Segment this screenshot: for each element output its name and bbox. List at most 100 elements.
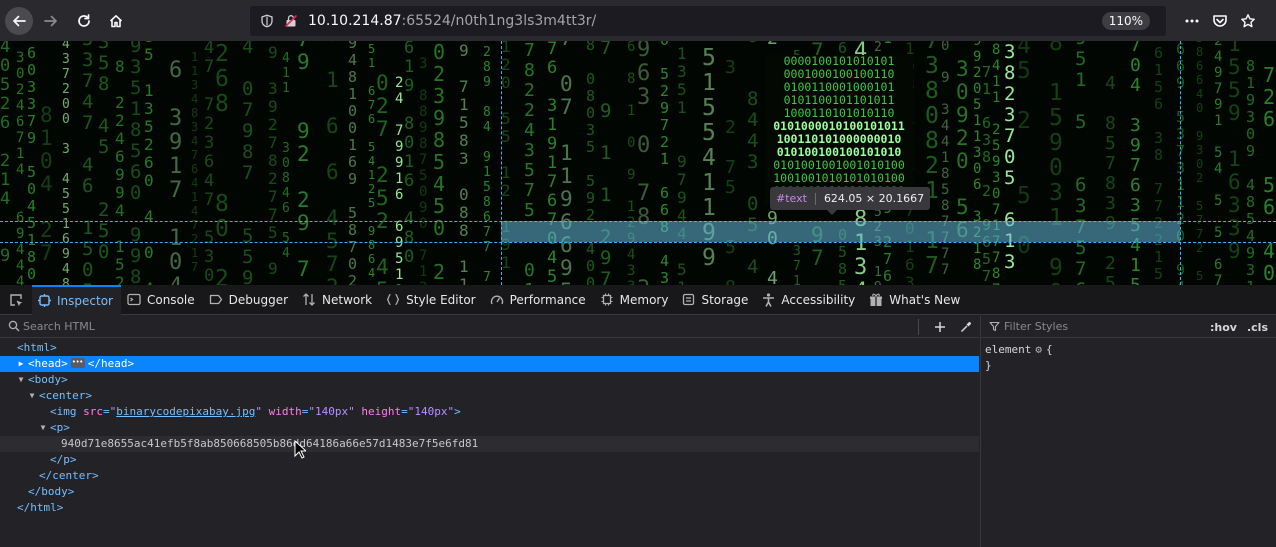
search-html-input[interactable]: Search HTML <box>23 320 95 333</box>
style-editor-icon <box>386 293 400 306</box>
img-height-attr-name: height <box>361 405 402 418</box>
rain-column: 4 0 7 9 8 7 5 5 9 2 <box>242 41 254 285</box>
tab-what-s-new[interactable]: What's New <box>863 285 968 315</box>
p-close-tag: </p> <box>50 453 77 466</box>
img-src-link[interactable]: binarycodepixabay.jpg <box>116 405 255 418</box>
network-icon <box>302 293 316 306</box>
tab-accessibility[interactable]: Accessibility <box>756 285 863 315</box>
highlighter-guide-bottom <box>0 242 1276 243</box>
img-tag-start: <img <box>50 405 77 418</box>
collapse-center-toggle[interactable]: ▼ <box>27 388 37 404</box>
tab-storage[interactable]: Storage <box>676 285 756 315</box>
tree-node-p-close[interactable]: </p> <box>0 452 979 468</box>
infobar-dimensions: 624.05 × 20.1667 <box>823 192 925 205</box>
tree-node-img[interactable]: <img src="binarycodepixabay.jpg" width="… <box>0 404 979 420</box>
tab-style-editor[interactable]: Style Editor <box>380 285 483 315</box>
rain-column: 4 0 5 2 6 2 1 4 9 9 4 <box>0 41 11 285</box>
rain-column: 0 6 1 5 6 3 8 7 7 2 2 1 5 9 5 3 <box>1154 41 1164 285</box>
rain-column: 2 3 3 0 2 4 6 7 1 4 6 9 4 4 4 2 <box>16 50 25 285</box>
collapsed-ellipsis-icon[interactable] <box>70 354 85 370</box>
tree-node-center[interactable]: ▼ <center> <box>0 388 979 404</box>
tree-node-text[interactable]: 940d71e8655ac41efb5f8ab850668505b86dd641… <box>0 436 979 452</box>
devtools-tabbar: Inspector Console Debugger Network Style Edi… <box>0 284 1276 315</box>
url-text[interactable]: 10.10.214.87:65524/n0th1ng3ls3m4tt3r/ <box>308 13 596 29</box>
rain-column: 8 0 5 2 9 7 2 1 6 6 8 4 3 9 3 <box>660 41 670 285</box>
home-icon <box>109 14 123 27</box>
collapse-p-toggle[interactable]: ▼ <box>38 420 48 436</box>
rule-open-brace: { <box>1045 343 1053 356</box>
insecure-lock-icon[interactable] <box>280 10 302 32</box>
rain-column: 0 1 3 5 1 9 7 9 4 4 5 1 2 3 <box>677 41 687 285</box>
toolbar-divider <box>918 319 919 335</box>
rain-column: 3 7 9 9 2 2 9 7 <box>297 41 310 281</box>
rain-column: 8 2 2 4 6 9 9 4 1 5 2 3 6 <box>115 57 125 286</box>
rain-column: 3 7 2 6 5 6 4 0 2 8 <box>1263 41 1276 285</box>
rain-column: 5 9 5 8 6 6 4 0 9 3 0 2 5 7 7 2 5 <box>1196 41 1204 283</box>
tab-label: Inspector <box>57 293 113 308</box>
highlighter-guide-left <box>501 41 502 285</box>
html-open-tag: <html> <box>17 341 57 354</box>
eyedropper-button[interactable] <box>953 316 979 338</box>
back-button[interactable] <box>5 6 33 35</box>
tree-node-body[interactable]: ▼ <body> <box>0 372 979 388</box>
infobar-node-name: #text <box>776 192 807 205</box>
highlighted-text-node <box>501 221 1180 242</box>
expand-head-toggle[interactable]: ▶ <box>16 356 26 372</box>
rain-column: 8 4 5 2 5 0 9 <box>1017 41 1031 285</box>
tree-node-body-close[interactable]: </body> <box>0 484 979 500</box>
rain-column: 0 2 7 2 5 2 4 5 <box>376 71 389 286</box>
tab-label: Memory <box>619 292 669 307</box>
rain-column: 7 0 7 1 1 9 6 6 9 5 7 <box>560 41 573 285</box>
tree-node-p[interactable]: ▼ <p> <box>0 420 979 436</box>
reload-icon <box>78 13 90 27</box>
rain-column: 4 8 5 7 8 3 9 2 5 6 8 <box>1105 73 1116 286</box>
tab-inspector[interactable]: Inspector <box>32 284 121 315</box>
rain-column: 8 1 5 9 0 3 1 9 0 1 <box>1049 41 1063 285</box>
tab-label: Console <box>146 292 195 307</box>
rain-column: 7 6 3 1 9 1 7 6 7 0 4 5 2 6 <box>547 41 558 285</box>
inspector-icon <box>38 294 51 307</box>
tab-performance[interactable]: Performance <box>484 285 594 315</box>
filter-styles-input[interactable]: Filter Styles <box>1004 320 1068 333</box>
img-height-attr-value: 140px <box>414 405 448 418</box>
tab-debugger[interactable]: Debugger <box>203 285 296 315</box>
rain-column: 0 2 8 9 8 4 9 1 5 8 6 7 7 7 7 9 <box>483 41 491 285</box>
bookmark-button[interactable] <box>1234 6 1262 36</box>
gear-icon[interactable]: ⚙ <box>1035 342 1042 358</box>
rain-column: 6 8 4 4 3 0 5 4 <box>747 41 759 278</box>
element-picker-button[interactable] <box>0 285 32 315</box>
tree-node-html[interactable]: <html> <box>0 340 979 356</box>
pocket-button[interactable] <box>1206 6 1234 36</box>
reload-button[interactable] <box>69 6 99 36</box>
star-icon <box>1241 14 1255 28</box>
tab-console[interactable]: Console <box>121 285 203 315</box>
tracking-protection-icon[interactable] <box>256 10 278 32</box>
storage-icon <box>682 293 695 306</box>
collapse-body-toggle[interactable]: ▼ <box>16 372 26 388</box>
forward-button[interactable] <box>36 6 66 36</box>
rain-column: 2 4 9 7 9 1 5 4 5 5 6 7 5 2 5 <box>1214 41 1223 285</box>
tab-network[interactable]: Network <box>296 285 380 315</box>
rule-close-brace: } <box>985 359 992 372</box>
browser-toolbar: 10.10.214.87:65524/n0th1ng3ls3m4tt3r/ 11… <box>0 0 1276 41</box>
tree-node-html-close[interactable]: </html> <box>0 500 979 516</box>
page-actions-button[interactable] <box>1178 6 1206 36</box>
head-close-tag: </head> <box>87 357 135 370</box>
add-node-button[interactable] <box>927 316 953 338</box>
rain-column: 5 3 2 7 5 5 8 <box>725 57 736 286</box>
body-close-tag: </body> <box>28 485 75 498</box>
home-button[interactable] <box>101 6 131 36</box>
highlighter-guide-right <box>1180 41 1181 285</box>
tree-node-center-close[interactable]: </center> <box>0 468 979 484</box>
zoom-level-badge[interactable]: 110% <box>1101 12 1150 30</box>
rule-selector: element <box>985 343 1032 356</box>
hover-state-toggle[interactable]: :hov <box>1210 321 1237 334</box>
class-toggle[interactable]: .cls <box>1247 321 1268 334</box>
tab-memory[interactable]: Memory <box>594 285 677 315</box>
markup-view: Search HTML <html> ▶ <head> </head> ▼ <bo… <box>0 316 979 547</box>
infobar-arrow <box>827 210 837 215</box>
url-bar[interactable]: 10.10.214.87:65524/n0th1ng3ls3m4tt3r/ 11… <box>250 6 1166 36</box>
tree-node-head[interactable]: ▶ <head> </head> <box>0 354 979 372</box>
rain-column: 6 3 8 8 9 8 7 5 0 9 0 7 1 2 0 1 <box>419 56 428 285</box>
tab-label: What's New <box>889 292 961 307</box>
